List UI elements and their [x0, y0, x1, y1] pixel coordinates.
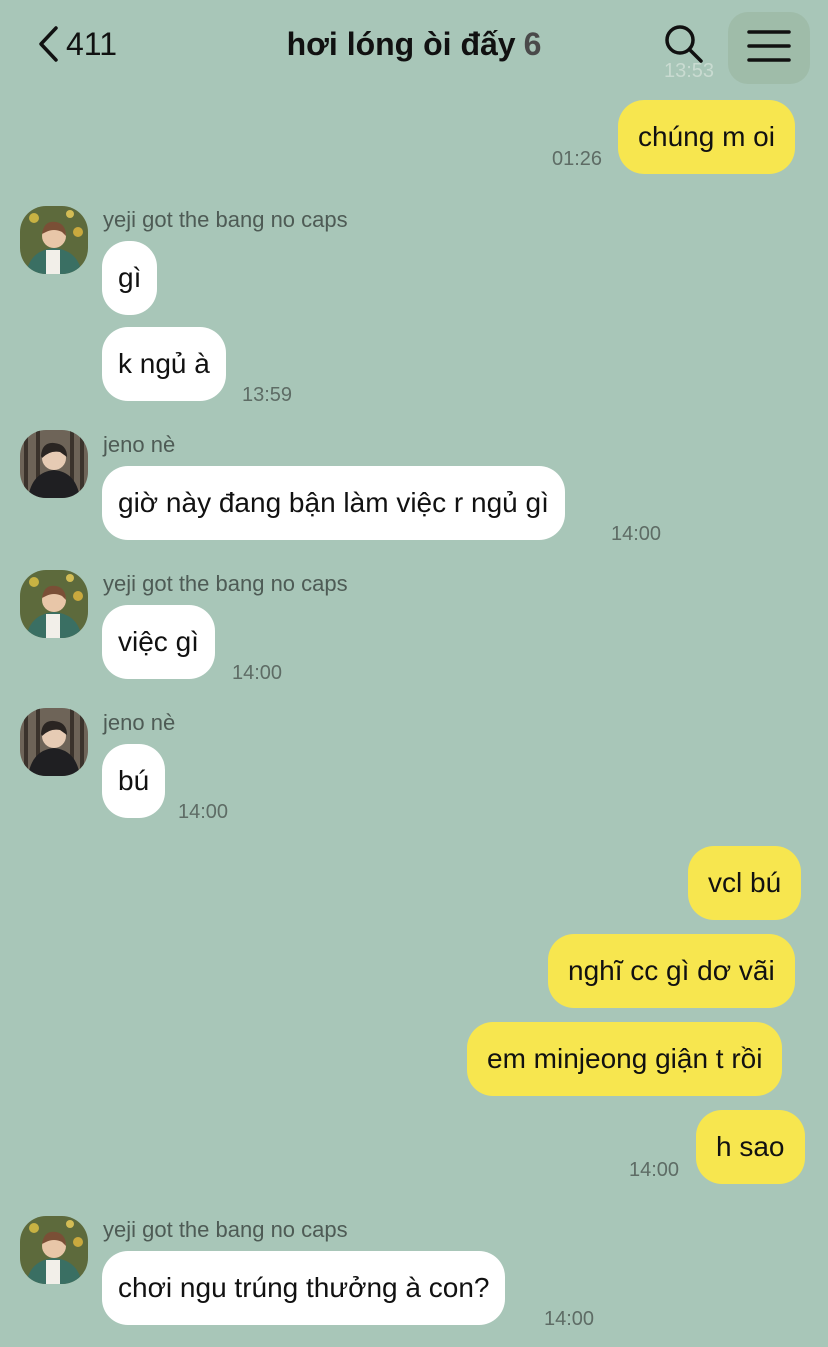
chat-title-text: hơi lóng òi đấy: [286, 26, 516, 62]
outgoing-message-bubble[interactable]: chúng m oi: [618, 100, 795, 174]
incoming-message-bubble[interactable]: giờ này đang bận làm việc r ngủ gì: [102, 466, 565, 540]
outgoing-message-bubble[interactable]: vcl bú: [688, 846, 802, 920]
menu-button[interactable]: [728, 12, 810, 84]
chat-title: hơi lóng òi đấy 6: [240, 22, 588, 66]
message-time: 14:00: [611, 523, 662, 545]
chevron-left-icon: [36, 24, 60, 64]
outgoing-message-bubble[interactable]: nghĩ cc gì dơ vãi: [548, 934, 795, 1008]
outgoing-message-bubble[interactable]: em minjeong giận t rồi: [467, 1022, 783, 1096]
incoming-message-bubble[interactable]: k ngủ à: [102, 327, 226, 401]
sender-name: jeno nè: [103, 710, 176, 735]
incoming-message-bubble[interactable]: gì: [102, 241, 158, 315]
search-button[interactable]: [662, 22, 706, 66]
hamburger-menu-icon: [747, 29, 791, 68]
incoming-message-bubble[interactable]: bú: [102, 744, 166, 818]
avatar[interactable]: [20, 206, 88, 274]
search-icon: [662, 25, 706, 70]
incoming-message-bubble[interactable]: việc gì: [102, 605, 215, 679]
member-count: 6: [523, 26, 542, 62]
avatar[interactable]: [20, 1216, 88, 1284]
sender-name: yeji got the bang no caps: [103, 207, 348, 232]
sender-name: jeno nè: [103, 432, 176, 457]
avatar[interactable]: [20, 708, 88, 776]
avatar-photo-jeno: [20, 430, 88, 498]
avatar-photo-yeji: [20, 570, 88, 638]
avatar-photo-jeno: [20, 708, 88, 776]
sender-name: yeji got the bang no caps: [103, 1217, 348, 1242]
message-time: 14:00: [178, 801, 229, 823]
incoming-message-bubble[interactable]: chơi ngu trúng thưởng à con?: [102, 1251, 506, 1325]
avatar[interactable]: [20, 570, 88, 638]
avatar[interactable]: [20, 430, 88, 498]
message-time: 01:26: [552, 148, 603, 170]
message-time: 13:59: [242, 384, 293, 406]
message-time: 14:00: [544, 1308, 595, 1330]
unread-count: 411: [66, 25, 118, 62]
back-button[interactable]: 411: [36, 22, 117, 66]
message-time: 14:00: [629, 1159, 680, 1181]
avatar-photo-yeji: [20, 206, 88, 274]
avatar-photo-yeji: [20, 1216, 88, 1284]
outgoing-message-bubble[interactable]: h sao: [696, 1110, 805, 1184]
sender-name: yeji got the bang no caps: [103, 571, 348, 596]
message-time: 14:00: [232, 662, 283, 684]
